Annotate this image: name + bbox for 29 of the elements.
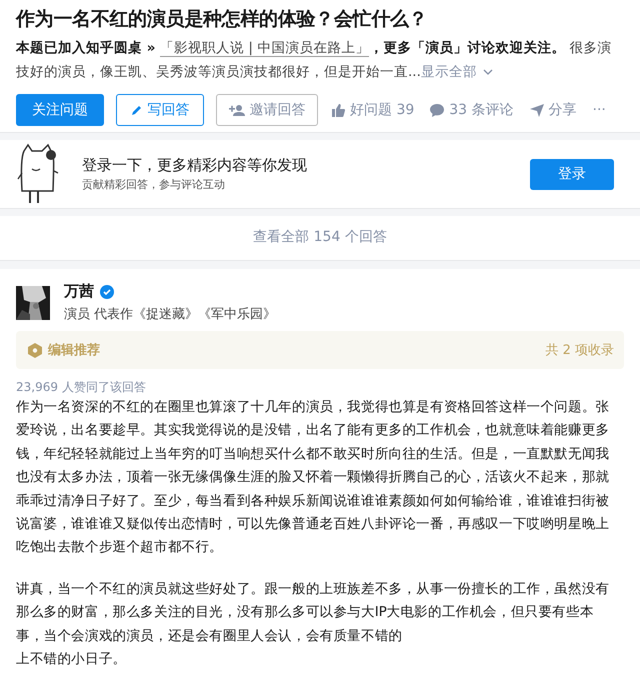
chevron-down-icon[interactable] xyxy=(482,69,493,76)
author-bio: 演员 代表作《捉迷藏》《军中乐园》 xyxy=(64,306,276,323)
action-button[interactable]: 邀请回答 xyxy=(216,94,318,126)
collections-count[interactable]: 共 2 项收录 xyxy=(545,341,614,359)
question-description: 本题已加入知乎圆桌 » 「影视职人说 | 中国演员在路上」，更多「演员」讨论欢迎关注。 很多演技好的演员，像王凯、吴秀波等演员演技都很好，但是开始一直...显示全部 xyxy=(16,39,613,82)
action-button[interactable]: 33 条评论 xyxy=(428,94,516,126)
add-person-icon xyxy=(228,104,244,116)
author-name[interactable]: 万茜 xyxy=(64,282,94,301)
mascot-drawing xyxy=(16,143,60,205)
answer-paragraph: 作为一名资深的不红的在圈里也算滚了十几年的演员，我觉得也算是有资格回答这样一个问题。张 爱玲说，出名要趁早。其实我觉得说的是没错，出名了能有更多的工作机会，也就意味着能赚更多 钱，年纪轻轻就能过上当年穷的叮当响想买什么都不敢买时所向往的生活。但是，一直默默无闻我 也没有太多办法，顶着一张无缘偶像生涯的脸又怀着一颗懒得折腾自己的心，活该火不起来，那就 乖乖过清净日子好了。至少，每当看到各种娱乐新闻说谁谁谁素颜如何如何输给谁，谁谁谁扫街被 说富婆，谁谁谁又疑似传出恋情时，可以先像普通老百姓八卦评论一番，再感叹一下哎哟明星晚上 吃饱出去散个步逛个超市都不行。 xyxy=(16,398,610,558)
action-button[interactable]: 关注问题 xyxy=(16,94,104,126)
question-title: 作为一名不红的演员是种怎样的体验？会忙什么？ xyxy=(16,7,428,32)
roundtable-link[interactable]: 「影视职人说 | 中国演员在路上」 xyxy=(160,40,370,57)
vote-count: 23,969 人赞同了该回答 xyxy=(16,379,147,396)
answer-paragraph: 讲真，当一个不红的演员就这些好处了。跟一般的上班族差不多，从事一份擅长的工作，虽然没有 那么多的财富，那么多关注的目光，没有那么多可以参与大IP大电影的工作机会，但只要有些本 事，当个会演戏的演员，还是会有圈里人会认，会有质量不错的 上不错的小日子。 xyxy=(16,580,610,670)
view-all-answers-link[interactable]: 查看全部 154 个回答 xyxy=(0,216,640,260)
action-button[interactable]: 分享 xyxy=(528,94,579,126)
pencil-icon xyxy=(130,104,142,116)
action-button[interactable]: 好问题 39 xyxy=(330,94,416,126)
login-title: 登录一下，更多精彩内容等你发现 xyxy=(82,156,308,175)
action-button[interactable]: 写回答 xyxy=(116,94,204,126)
thumbs-up-icon xyxy=(332,104,345,116)
login-button[interactable]: 登录 xyxy=(530,158,614,190)
send-icon xyxy=(530,104,544,116)
login-subtitle: 贡献精彩回答，参与评论互动 xyxy=(82,177,226,192)
recommend-label: 编辑推荐 xyxy=(48,342,100,359)
comment-icon xyxy=(430,104,444,116)
badge-icon xyxy=(28,342,42,358)
more-button[interactable]: ··· xyxy=(590,94,608,126)
